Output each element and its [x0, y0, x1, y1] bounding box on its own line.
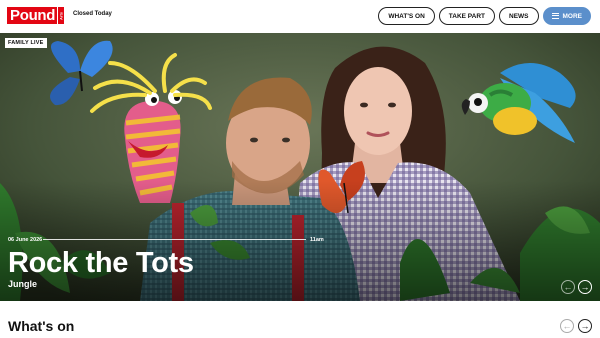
whats-on-button[interactable]: WHAT'S ON — [378, 7, 435, 25]
take-part-button[interactable]: TAKE PART — [438, 7, 495, 25]
arrow-left-icon: ← — [562, 320, 572, 331]
hero-carousel[interactable]: FAMILY LIVE 06 June 2026 11am Rock the T… — [0, 33, 600, 301]
hero-next-button[interactable]: → — [578, 280, 592, 294]
logo-wordmark: Pound — [7, 7, 58, 24]
category-badge: FAMILY LIVE — [5, 38, 47, 48]
hero-prev-button[interactable]: ← — [561, 280, 575, 294]
main-nav: WHAT'S ON TAKE PART NEWS MORE — [378, 7, 591, 25]
logo-tag: Arts — [58, 7, 65, 24]
section-prev-button[interactable]: ← — [560, 319, 574, 333]
arrow-right-icon: → — [580, 320, 590, 331]
event-date: 06 June 2026 — [8, 237, 43, 243]
event-title[interactable]: Rock the Tots — [8, 247, 194, 280]
hamburger-icon — [551, 13, 559, 19]
section-next-button[interactable]: → — [578, 319, 592, 333]
more-label: MORE — [562, 12, 583, 20]
more-menu-button[interactable]: MORE — [542, 7, 591, 25]
event-time: 11am — [310, 237, 324, 243]
event-subtitle: Jungle — [8, 279, 38, 289]
arrow-right-icon: → — [580, 281, 590, 292]
date-divider — [43, 239, 306, 240]
site-header: Pound Arts Closed Today WHAT'S ON TAKE P… — [0, 0, 600, 32]
section-title: What's on — [8, 318, 75, 334]
arrow-left-icon: ← — [563, 281, 573, 292]
pound-logo[interactable]: Pound Arts — [7, 7, 65, 24]
opening-status: Closed Today — [73, 11, 112, 17]
news-button[interactable]: NEWS — [499, 7, 539, 25]
